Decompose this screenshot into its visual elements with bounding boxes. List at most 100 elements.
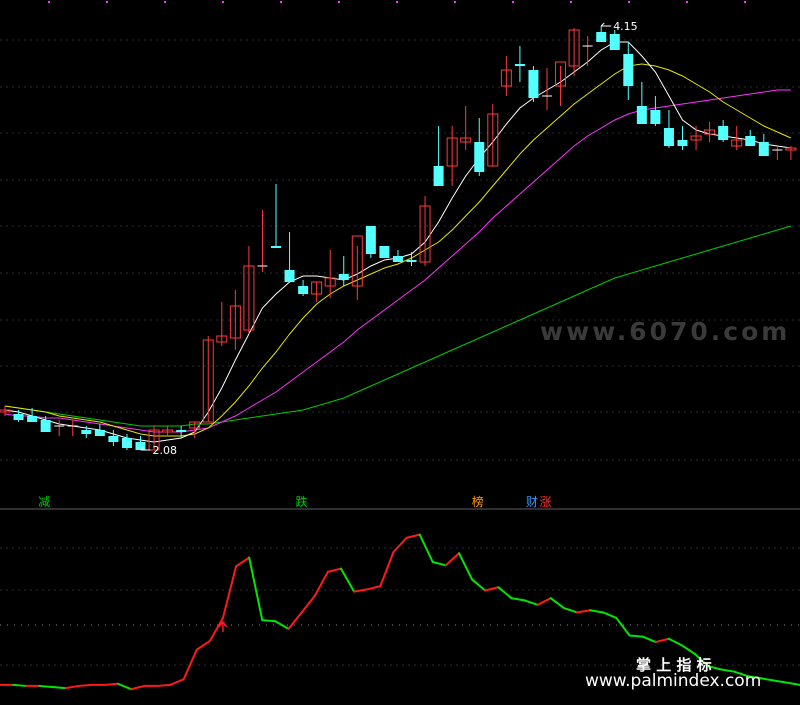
candle [582, 36, 593, 66]
candle [663, 110, 674, 148]
candle [487, 104, 499, 167]
indicator-segment [444, 552, 461, 567]
candlestick-series [0, 26, 797, 451]
candle [379, 246, 390, 258]
signal-label: 跌 [296, 494, 308, 509]
candle [528, 66, 539, 102]
candle [298, 280, 309, 296]
top-marker [222, 1, 224, 3]
candle-body [40, 420, 51, 432]
indicator-segment [510, 597, 526, 602]
candle-body [121, 438, 132, 448]
candle-body [338, 274, 349, 280]
indicator-segment [628, 634, 644, 638]
candle [311, 281, 323, 302]
signal-label: 涨 [539, 494, 551, 509]
indicator-segment [326, 567, 342, 573]
ma5-line [4, 41, 791, 443]
candle [229, 290, 241, 350]
indicator-segment [497, 586, 513, 600]
candle-body [135, 442, 146, 450]
candle [514, 46, 525, 82]
indicator-segment [221, 565, 238, 619]
indicator-segment [772, 679, 788, 684]
candle [365, 226, 376, 258]
annotation-label: 4.15 [613, 20, 638, 33]
candle-body [474, 142, 485, 172]
indicator-segment [536, 597, 552, 606]
top-marker [396, 1, 398, 3]
candle [162, 426, 174, 436]
indicator-segment [51, 686, 67, 690]
indicator-segment [576, 609, 592, 614]
indicator-segment [353, 588, 369, 593]
watermark-site: www.6070.com [540, 317, 791, 346]
candle [500, 56, 512, 96]
indicator-segment [235, 556, 251, 568]
chart-canvas: 4.15 2.08 减 跌 榜 财涨 [0, 1, 800, 691]
indicator-segment [64, 684, 80, 690]
candle [704, 122, 716, 142]
moving-average-lines [4, 41, 792, 443]
top-marker [744, 1, 746, 3]
indicator-segment [313, 570, 329, 597]
candle-body [271, 246, 281, 248]
candle-body [406, 260, 417, 262]
candle [216, 302, 228, 346]
candle-body [528, 70, 539, 98]
top-marker [628, 1, 630, 3]
candle [135, 436, 146, 450]
indicator-segment [759, 677, 775, 682]
candle-body [13, 414, 24, 420]
candle-body [758, 142, 769, 156]
candle [271, 184, 281, 248]
indicator-segment [392, 536, 408, 554]
candle [108, 430, 119, 446]
indicator-segment [471, 578, 487, 592]
indicator-segment [103, 682, 120, 686]
candle [351, 235, 363, 300]
candle [392, 250, 403, 262]
candle [731, 126, 743, 150]
signal-label: 榜 [472, 494, 484, 509]
candle [202, 336, 214, 423]
signal-labels: 减 跌 榜 财涨 [38, 494, 551, 509]
candle [690, 126, 702, 150]
indicator-segment [287, 611, 303, 630]
indicator-segment [785, 681, 800, 686]
indicator-segment [562, 607, 579, 614]
indicator-segment [680, 644, 697, 656]
candle-body [609, 34, 620, 50]
top-marker [106, 1, 108, 3]
indicator-segment [77, 683, 93, 687]
candle-body [284, 270, 295, 282]
candle [257, 210, 268, 272]
candle [745, 130, 756, 146]
indicator-segment [208, 616, 224, 642]
indicator-segment [523, 599, 539, 606]
candle [324, 250, 336, 298]
candle [772, 146, 783, 160]
candle [474, 118, 485, 176]
indicator-segment [38, 684, 54, 689]
candle [758, 134, 769, 156]
top-marker [512, 1, 514, 3]
indicator-segment [654, 637, 670, 644]
candle-body [663, 128, 674, 146]
candle-body [379, 246, 390, 258]
indicator-segment [12, 683, 28, 687]
candle [623, 42, 634, 100]
indicator-segment [641, 635, 657, 644]
candle [406, 252, 417, 266]
candle-body [623, 54, 634, 86]
candle-body [433, 166, 444, 186]
candle [460, 106, 472, 150]
indicator-segment [339, 567, 356, 593]
candle [67, 420, 78, 436]
candle-body [596, 32, 607, 42]
indicator-segment [300, 595, 316, 614]
candle [284, 232, 295, 282]
indicator-segment [405, 533, 421, 539]
top-marker [686, 1, 688, 3]
candle [338, 256, 349, 286]
